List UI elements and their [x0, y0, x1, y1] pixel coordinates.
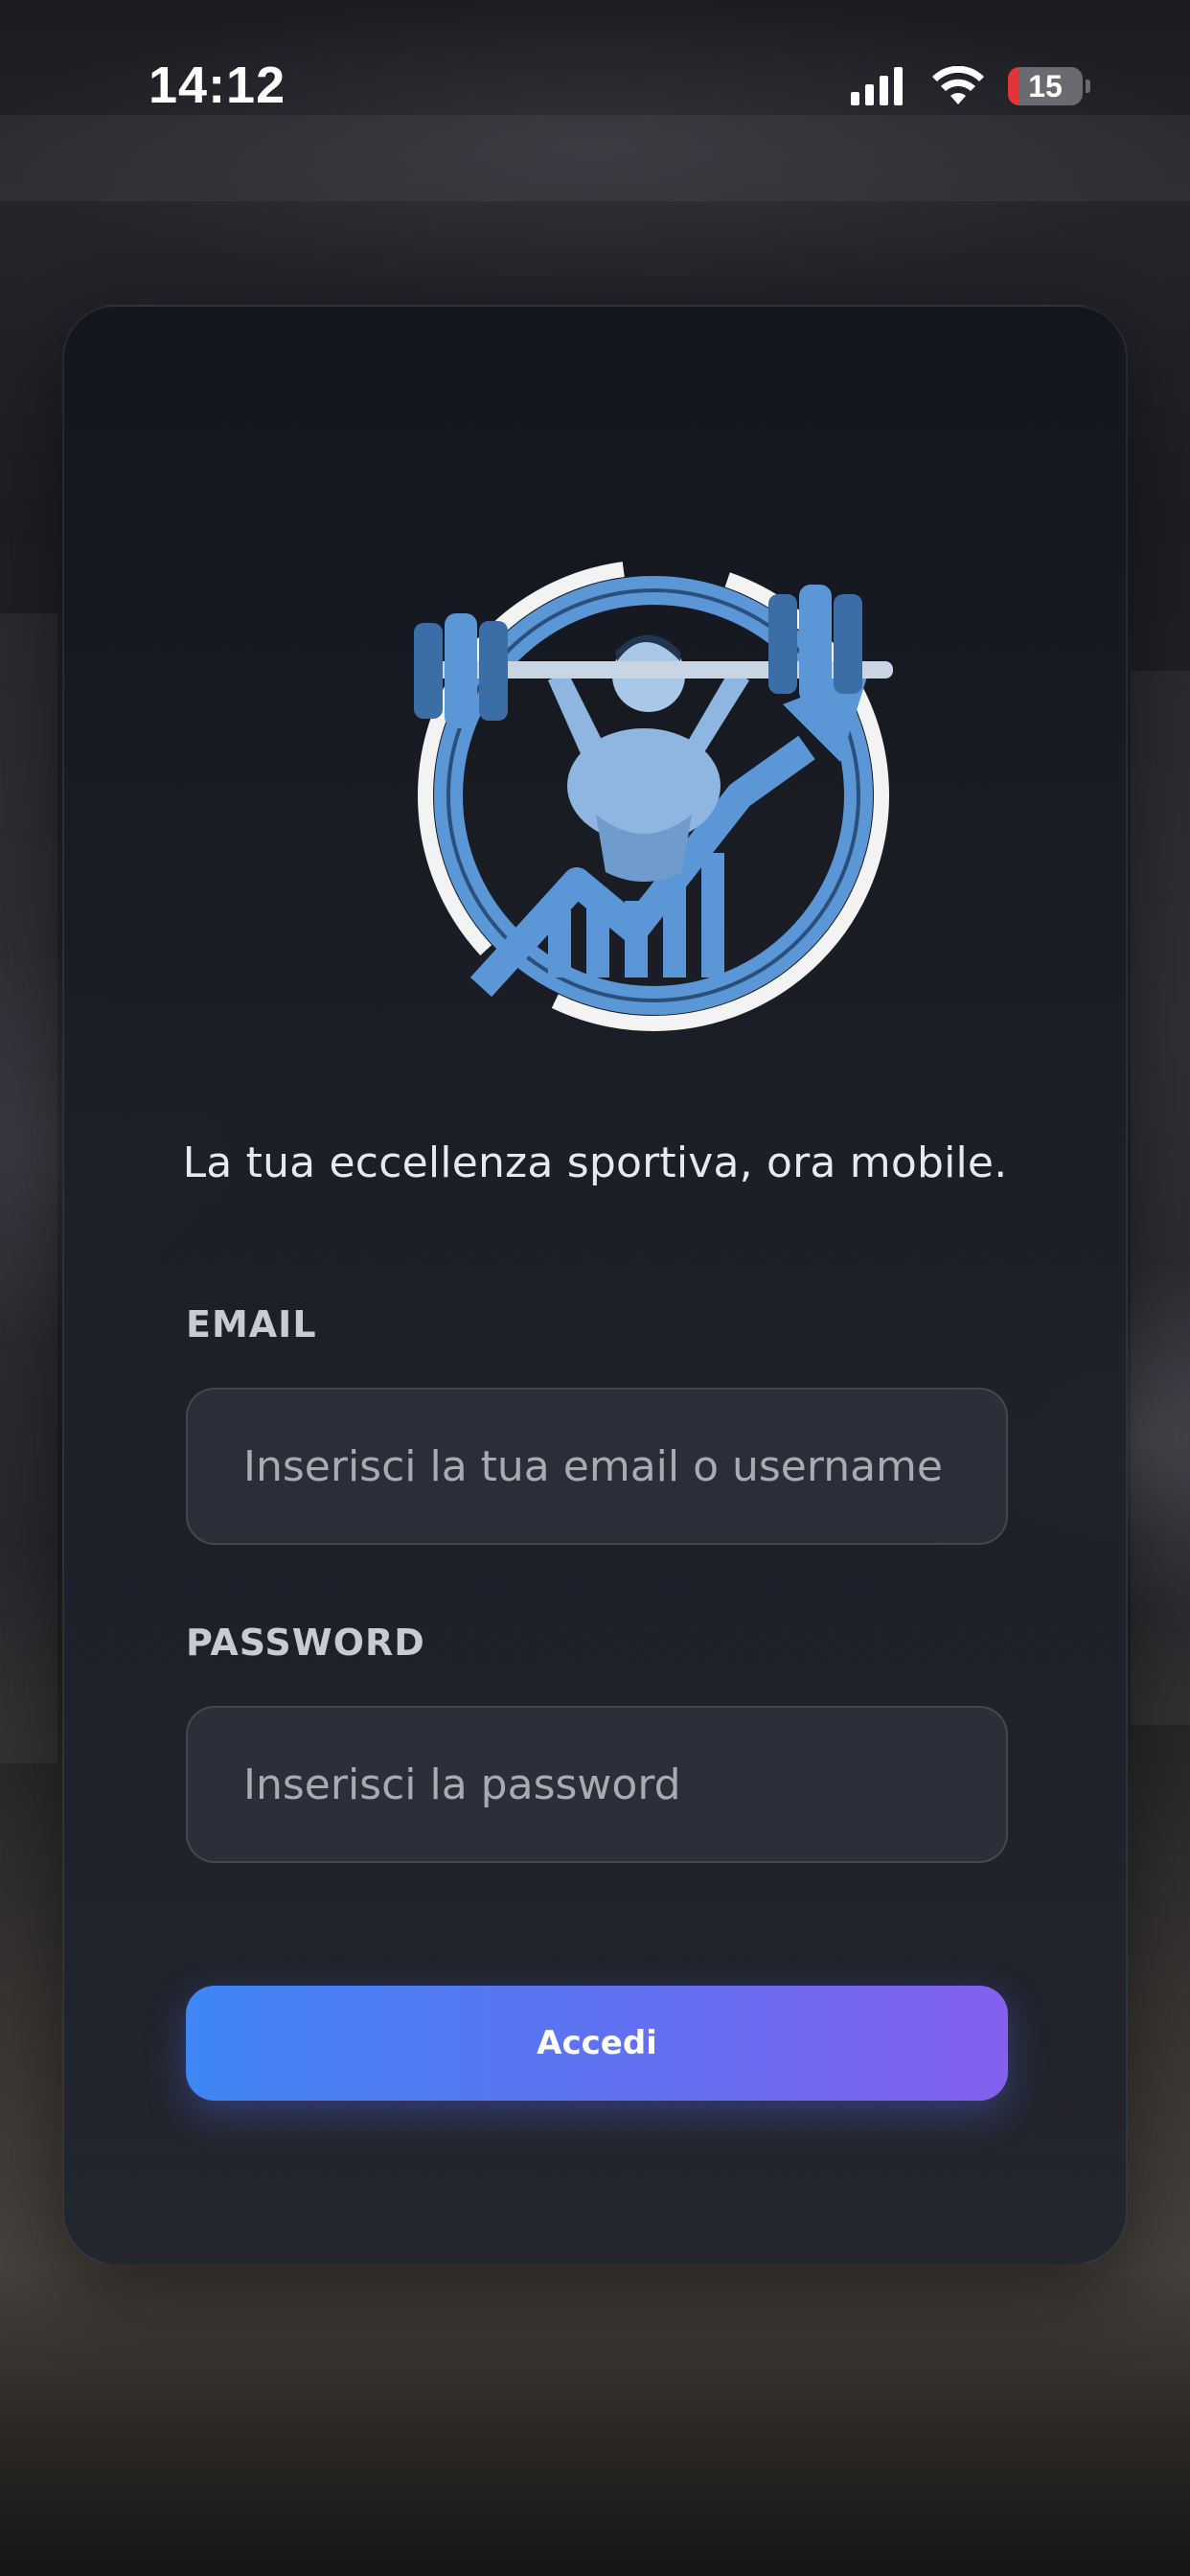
status-time: 14:12	[149, 57, 286, 114]
email-field[interactable]	[241, 1440, 1006, 1492]
status-icons: 15	[851, 63, 1090, 109]
email-field-container	[186, 1388, 1008, 1545]
battery-level: 15	[1028, 68, 1063, 104]
battery-icon: 15	[1008, 67, 1083, 105]
login-card: La tua eccellenza sportiva, ora mobile. …	[62, 305, 1128, 2266]
wifi-icon	[932, 66, 984, 104]
background-right-rack	[1131, 671, 1190, 1725]
background-ceiling-beam	[0, 115, 1190, 201]
battery-cap	[1086, 80, 1090, 93]
app-logo	[414, 560, 893, 1031]
signal-icon	[851, 67, 903, 105]
password-field-container	[186, 1706, 1008, 1863]
app-tagline: La tua eccellenza sportiva, ora mobile.	[182, 1138, 1008, 1187]
password-field[interactable]	[241, 1759, 1006, 1810]
email-label: EMAIL	[186, 1303, 317, 1346]
password-label: PASSWORD	[186, 1622, 425, 1664]
battery-level-fill	[1008, 67, 1019, 105]
login-button[interactable]: Accedi	[186, 1986, 1008, 2101]
background-left-rack	[0, 613, 57, 1763]
